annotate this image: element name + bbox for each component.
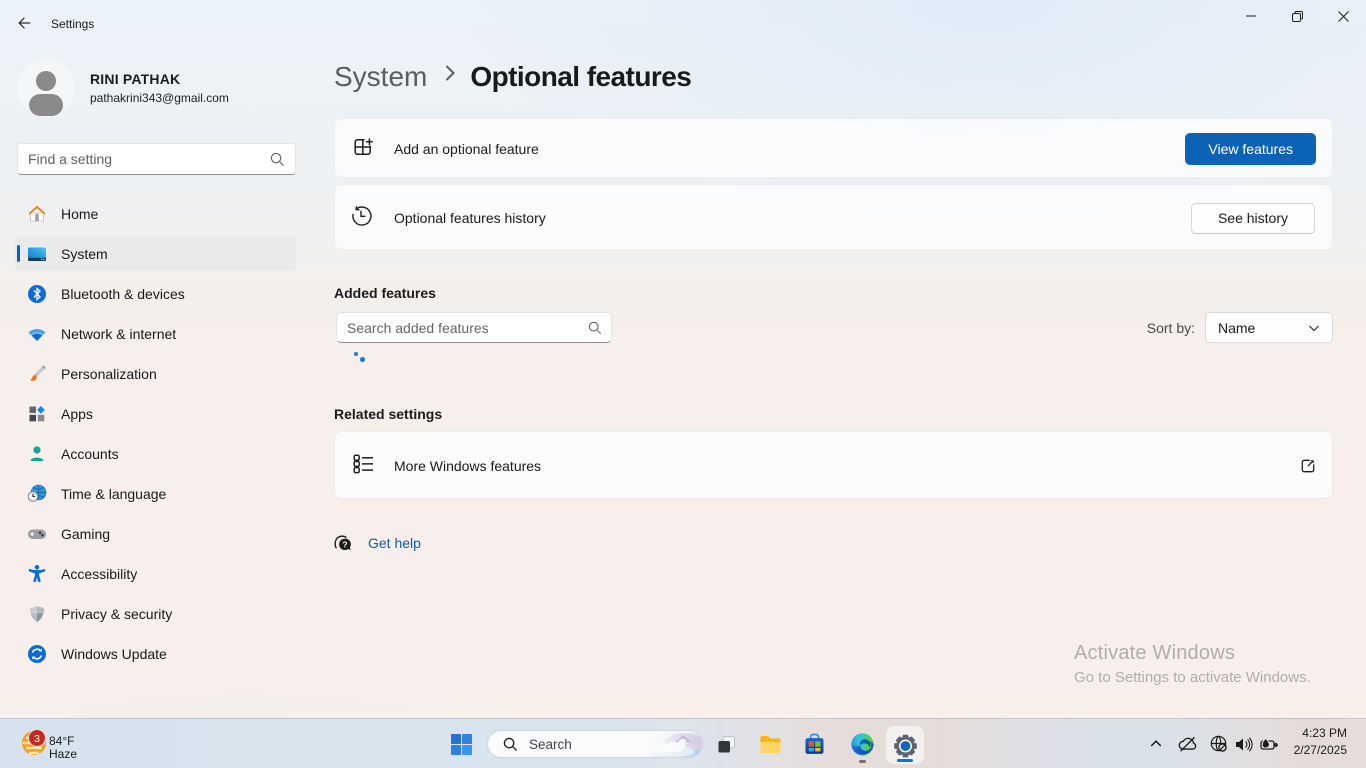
svg-text:?: ?: [342, 539, 347, 549]
svg-text:3: 3: [34, 733, 40, 745]
